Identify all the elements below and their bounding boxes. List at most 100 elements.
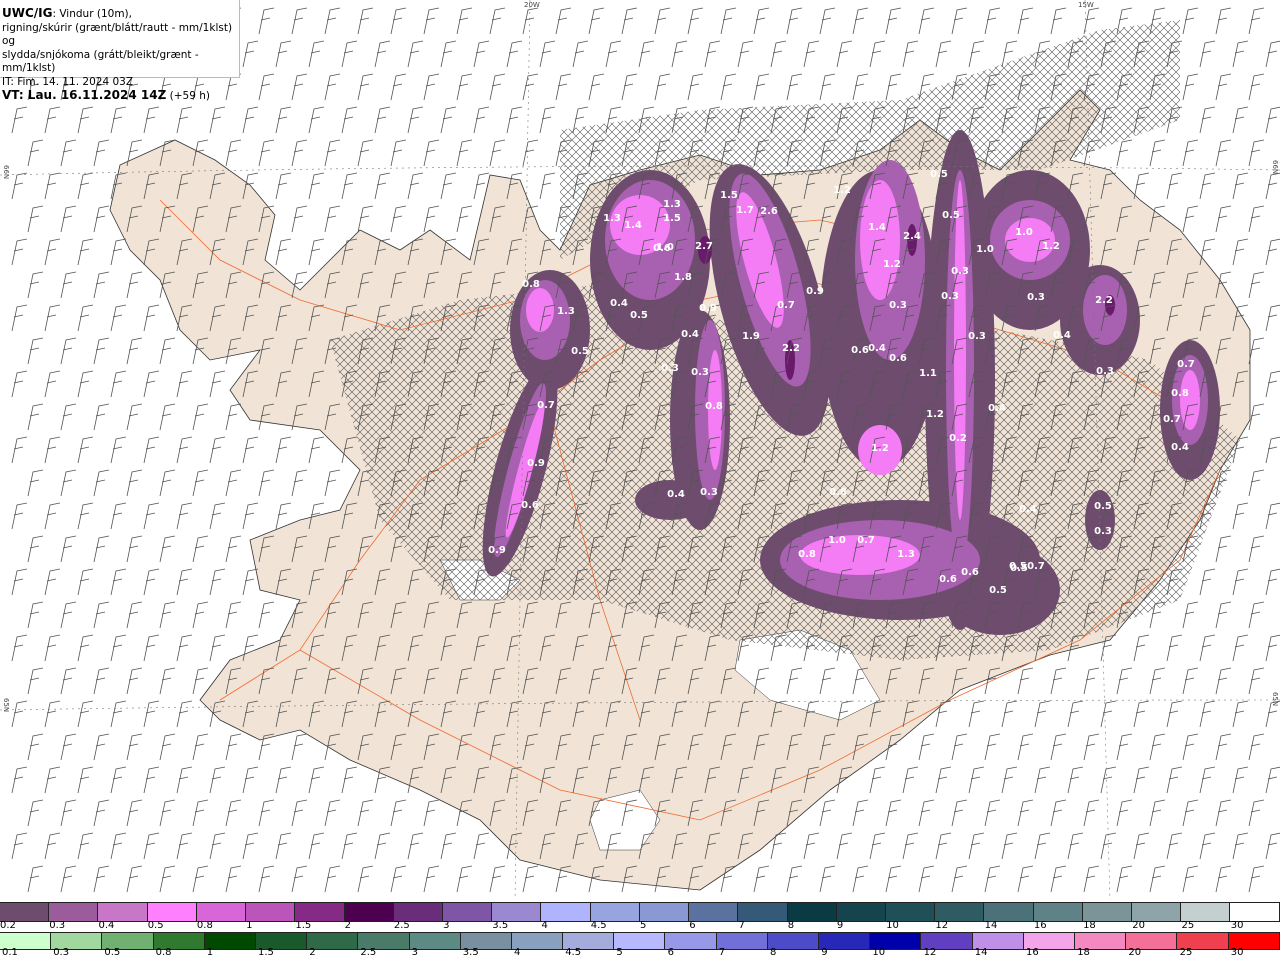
wind-barb <box>423 799 440 827</box>
wind-barb <box>93 601 110 629</box>
wind-barb <box>621 7 638 35</box>
wind-barb <box>687 73 704 101</box>
precip-value-label: 0.8 <box>705 401 723 412</box>
wind-barb <box>1232 106 1249 134</box>
lat-label-66n-right: 66N <box>1271 160 1279 175</box>
wind-barb <box>77 502 94 530</box>
wind-barb <box>126 601 143 629</box>
wind-barb <box>44 700 61 728</box>
wind-barb <box>341 766 358 794</box>
snow-scale-label: 7 <box>738 920 745 931</box>
wind-barb <box>324 73 341 101</box>
wind-barb <box>159 865 176 893</box>
wind-barb <box>27 337 44 365</box>
snow-scale-label: 2 <box>344 920 351 931</box>
wind-barb <box>176 832 193 860</box>
wind-barb <box>654 7 671 35</box>
precip-value-label: 1.0 <box>828 535 846 546</box>
precip-value-label: 0.3 <box>889 300 907 311</box>
wind-barb <box>209 436 226 464</box>
wind-barb <box>27 733 44 761</box>
wind-barb <box>918 7 935 35</box>
wind-barb <box>44 106 61 134</box>
map-title-box: UWC/IG: Vindur (10m), rigning/skúrir (gr… <box>0 0 240 102</box>
wind-barb <box>77 238 94 266</box>
wind-barb <box>143 370 160 398</box>
wind-barb <box>1265 766 1280 794</box>
wind-barb <box>1265 40 1280 68</box>
wind-barb <box>1199 568 1216 596</box>
wind-barb <box>77 304 94 332</box>
rain-scale-label: 7 <box>718 947 726 958</box>
wind-barb <box>440 832 457 860</box>
wind-barb <box>1248 535 1265 563</box>
precip-value-label: 0.7 <box>537 400 555 411</box>
precip-value-label: 0.5 <box>571 346 589 357</box>
snow-scale-label: 10 <box>886 920 899 931</box>
wind-barb <box>110 502 127 530</box>
wind-barb <box>555 73 572 101</box>
rain-scale-label: 3 <box>411 947 418 958</box>
snow-scale-swatch <box>295 903 345 921</box>
wind-barb <box>539 106 556 134</box>
wind-barb <box>143 634 160 662</box>
wind-barb <box>242 40 259 68</box>
snow-scale-label: 30 <box>1230 920 1244 931</box>
wind-barb <box>1182 667 1199 695</box>
wind-barb <box>1116 667 1133 695</box>
wind-barb <box>110 238 127 266</box>
wind-barb <box>1248 469 1265 497</box>
wind-barb <box>902 40 919 68</box>
wind-barb <box>1083 667 1100 695</box>
wind-barb <box>77 106 94 134</box>
precip-value-label: 0.5 <box>1094 501 1112 512</box>
wind-barb <box>192 403 209 431</box>
wind-barb <box>357 7 374 35</box>
wind-barb <box>852 73 869 101</box>
wind-barb <box>1199 766 1216 794</box>
wind-barb <box>1265 436 1280 464</box>
wind-barb <box>1166 700 1183 728</box>
rain-scale-label: 5 <box>616 947 623 958</box>
wind-barb <box>1182 601 1199 629</box>
forecast-map[interactable]: 0.81.30.50.70.90.60.91.31.31.41.51.00.6 2… <box>0 0 1280 900</box>
wind-barb <box>852 7 869 35</box>
precip-value-label: 1.7 <box>736 205 754 216</box>
wind-barb <box>110 700 127 728</box>
wind-barb <box>984 733 1001 761</box>
wind-barb <box>1067 700 1084 728</box>
wind-barb <box>1067 832 1084 860</box>
snow-scale-label: 0.3 <box>49 920 66 931</box>
wind-barb <box>1149 139 1166 167</box>
wind-barb <box>308 436 325 464</box>
precip-value-label: 1.4 <box>624 220 642 231</box>
wind-barb <box>1017 799 1034 827</box>
rain-scale-label: 10 <box>872 947 886 958</box>
wind-barb <box>951 865 968 893</box>
wind-barb <box>357 799 374 827</box>
wind-barb <box>1067 766 1084 794</box>
snow-scale-swatch <box>1181 903 1231 921</box>
wind-barb <box>242 436 259 464</box>
wind-barb <box>27 799 44 827</box>
snow-scale-swatch <box>639 903 690 921</box>
wind-barb <box>588 73 605 101</box>
rain-scale-label: 14 <box>974 947 988 958</box>
rain-scale-label: 3.5 <box>462 947 479 958</box>
rain-scale-label: 0.3 <box>53 947 70 958</box>
wind-barb <box>968 700 985 728</box>
wind-barb <box>1199 634 1216 662</box>
precip-value-label: 0.2 <box>949 433 967 444</box>
wind-barb <box>60 667 77 695</box>
wind-barb <box>258 469 275 497</box>
wind-barb <box>1232 172 1249 200</box>
precip-value-label: 1.2 <box>833 185 851 196</box>
wind-barb <box>1232 40 1249 68</box>
precip-value-label: 0.3 <box>661 363 679 374</box>
wind-barb <box>93 337 110 365</box>
wind-barb <box>1215 733 1232 761</box>
wind-barb <box>522 139 539 167</box>
wind-barb <box>1265 238 1280 266</box>
snow-scale-label: 14 <box>984 920 998 931</box>
precip-value-label: 0.6 <box>939 574 957 585</box>
